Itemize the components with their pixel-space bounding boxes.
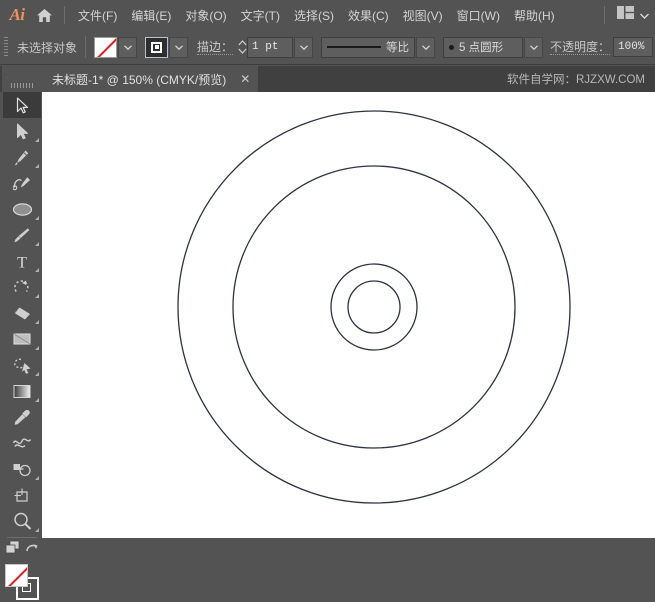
variable-width-profile-combo[interactable]: 等比: [321, 36, 416, 58]
chevron-up-icon: [237, 40, 247, 46]
tools-panel-grip[interactable]: [2, 78, 42, 92]
stroke-weight-input[interactable]: 1 pt: [247, 36, 294, 58]
menu-bar: Ai 文件(F) 编辑(E) 对象(O) 文字(T) 选择(S) 效果(C) 视…: [0, 0, 655, 30]
curvature-tool[interactable]: [3, 170, 41, 196]
paintbrush-tool[interactable]: [3, 222, 41, 248]
brush-definition-dropdown-button[interactable]: [524, 36, 544, 58]
selection-tool[interactable]: [3, 92, 41, 118]
selection-status-label: 未选择对象: [17, 40, 78, 55]
chevron-down-icon: [123, 44, 132, 50]
type-tool[interactable]: T: [3, 248, 41, 274]
direct-selection-tool[interactable]: [3, 118, 41, 144]
width-profile-line-icon: [327, 46, 382, 48]
concentric-circles-artwork: [177, 110, 571, 504]
menu-item-help[interactable]: 帮助(H): [507, 3, 562, 28]
fill-dropdown-button[interactable]: [118, 36, 138, 58]
app-logo-icon: Ai: [9, 5, 25, 24]
tool-flyout-indicator: [35, 320, 39, 324]
tool-flyout-indicator: [35, 216, 39, 220]
tools-panel: T: [2, 78, 42, 600]
fill-stroke-indicator: [3, 562, 41, 602]
tool-flyout-indicator: [35, 372, 39, 376]
undo-arrow-icon[interactable]: [25, 541, 39, 559]
document-tab[interactable]: 未标题-1* @ 150% (CMYK/预览) ✕: [42, 66, 259, 92]
shaper-tool[interactable]: [3, 300, 41, 326]
control-bar-grip[interactable]: [0, 30, 11, 65]
chevron-down-icon: [237, 48, 247, 54]
rotate-tool[interactable]: [3, 274, 41, 300]
arrange-documents-icon[interactable]: [5, 540, 21, 560]
menu-item-window[interactable]: 窗口(W): [450, 3, 507, 28]
ellipse-tool[interactable]: [3, 196, 41, 222]
variable-width-profile-dropdown-button[interactable]: [416, 36, 436, 58]
brush-definition-combo[interactable]: 5 点圆形: [443, 36, 524, 58]
artboard-canvas[interactable]: [42, 92, 655, 538]
tool-flyout-indicator: [35, 242, 39, 246]
brush-dot-icon: [449, 44, 455, 50]
opacity-label[interactable]: 不透明度：: [550, 40, 611, 55]
workspace-switcher[interactable]: [598, 0, 649, 30]
inner-outer-circle: [330, 263, 418, 351]
document-tab-bar: » 未标题-1* @ 150% (CMYK/预览) ✕ 软件自学网：RJZXW.…: [0, 66, 655, 92]
tool-list: T: [2, 92, 42, 602]
shape-builder-tool[interactable]: [3, 456, 41, 482]
watermark-text: 软件自学网：RJZXW.COM: [507, 74, 645, 86]
stroke-weight-dropdown-button[interactable]: [294, 36, 314, 58]
tool-flyout-indicator: [35, 164, 39, 168]
tool-footer: [3, 540, 41, 602]
stroke-weight-label[interactable]: 描边：: [197, 40, 234, 55]
tool-flyout-indicator: [35, 346, 39, 350]
artboard-tool[interactable]: [3, 482, 41, 508]
menu-item-edit[interactable]: 编辑(E): [124, 3, 178, 28]
menu-item-object[interactable]: 对象(O): [178, 3, 233, 28]
menu-divider: [64, 6, 65, 24]
control-bar: 未选择对象 描边： 1 pt 等比 5 点圆形 不透明度： 100%: [0, 30, 655, 65]
document-tab-title: 未标题-1* @ 150% (CMYK/预览): [52, 72, 227, 87]
tool-flyout-indicator: [35, 476, 39, 480]
menu-divider-right: [604, 6, 605, 24]
inner-core-circle: [347, 280, 401, 334]
workspace-switcher-icon: [617, 6, 634, 24]
stroke-weight-stepper[interactable]: [237, 37, 247, 58]
zoom-tool[interactable]: [3, 508, 41, 534]
chevron-down-icon: [299, 44, 308, 50]
stroke-color-swatch[interactable]: [145, 36, 169, 58]
close-icon[interactable]: ✕: [240, 73, 250, 85]
menu-item-type[interactable]: 文字(T): [234, 3, 287, 28]
chevron-down-icon: [529, 44, 538, 50]
tool-flyout-indicator: [35, 528, 39, 532]
lasso-tool[interactable]: [3, 352, 41, 378]
menu-item-select[interactable]: 选择(S): [287, 3, 341, 28]
tool-footer-row: [3, 540, 41, 560]
tool-flyout-indicator: [35, 294, 39, 298]
chevron-down-icon: [421, 44, 430, 50]
outer-circle: [177, 110, 571, 504]
chevron-down-icon: [174, 44, 183, 50]
fill-none-swatch[interactable]: [94, 36, 118, 58]
second-circle: [232, 165, 516, 449]
menu-item-effect[interactable]: 效果(C): [341, 3, 396, 28]
chevron-down-icon: [640, 6, 649, 24]
variable-width-profile-value: 等比: [386, 42, 410, 54]
blend-tool[interactable]: [3, 430, 41, 456]
illustrator-window: Ai 文件(F) 编辑(E) 对象(O) 文字(T) 选择(S) 效果(C) 视…: [0, 0, 655, 600]
tool-flyout-indicator: [35, 138, 39, 142]
width-tool[interactable]: [3, 326, 41, 352]
pen-tool[interactable]: [3, 144, 41, 170]
menu-items: 文件(F) 编辑(E) 对象(O) 文字(T) 选择(S) 效果(C) 视图(V…: [71, 3, 562, 28]
control-divider-1: [85, 36, 87, 58]
eyedropper-tool[interactable]: [3, 404, 41, 430]
tool-flyout-indicator: [35, 398, 39, 402]
opacity-input[interactable]: 100%: [613, 37, 654, 57]
home-icon[interactable]: [30, 0, 58, 30]
menu-item-view[interactable]: 视图(V): [396, 3, 450, 28]
gradient-tool[interactable]: [3, 378, 41, 404]
brush-definition-value: 5 点圆形: [459, 42, 504, 54]
stroke-dropdown-button[interactable]: [169, 36, 189, 58]
svg-text:T: T: [17, 254, 27, 270]
tool-flyout-indicator: [35, 268, 39, 272]
fill-none-swatch[interactable]: [5, 564, 28, 587]
menu-item-file[interactable]: 文件(F): [71, 3, 124, 28]
